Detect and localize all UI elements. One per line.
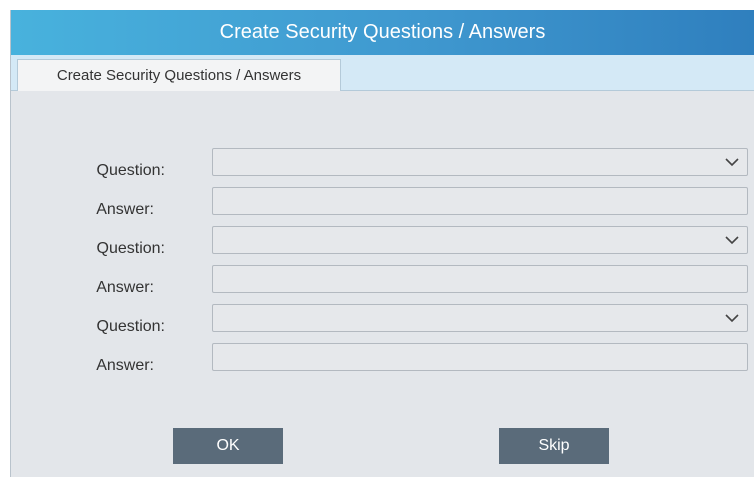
question-1-select[interactable]	[212, 148, 748, 176]
tab-label: Create Security Questions / Answers	[56, 67, 302, 84]
answer-2-input[interactable]	[212, 265, 748, 293]
ok-button[interactable]: OK	[173, 428, 283, 464]
chevron-down-icon	[725, 314, 739, 323]
question-3-select[interactable]	[212, 304, 748, 332]
security-questions-dialog: Create Security Questions / Answers Crea…	[10, 10, 754, 477]
answer-3-label: Answer:	[96, 357, 154, 374]
tab-strip: Create Security Questions / Answers	[11, 55, 754, 91]
chevron-down-icon	[725, 236, 739, 245]
tab-create-security-questions[interactable]: Create Security Questions / Answers	[17, 59, 341, 91]
dialog-title: Create Security Questions / Answers	[219, 21, 546, 43]
answer-3-input[interactable]	[212, 343, 748, 371]
answer-1-label: Answer:	[96, 201, 154, 218]
answer-2-label: Answer:	[96, 279, 154, 296]
question-3-label: Question:	[96, 318, 165, 335]
question-2-label: Question:	[96, 240, 165, 257]
question-2-select[interactable]	[212, 226, 748, 254]
question-1-label: Question:	[96, 162, 165, 179]
answer-1-input[interactable]	[212, 187, 748, 215]
chevron-down-icon	[725, 158, 739, 167]
dialog-title-bar: Create Security Questions / Answers	[11, 10, 754, 55]
skip-button[interactable]: Skip	[499, 428, 609, 464]
